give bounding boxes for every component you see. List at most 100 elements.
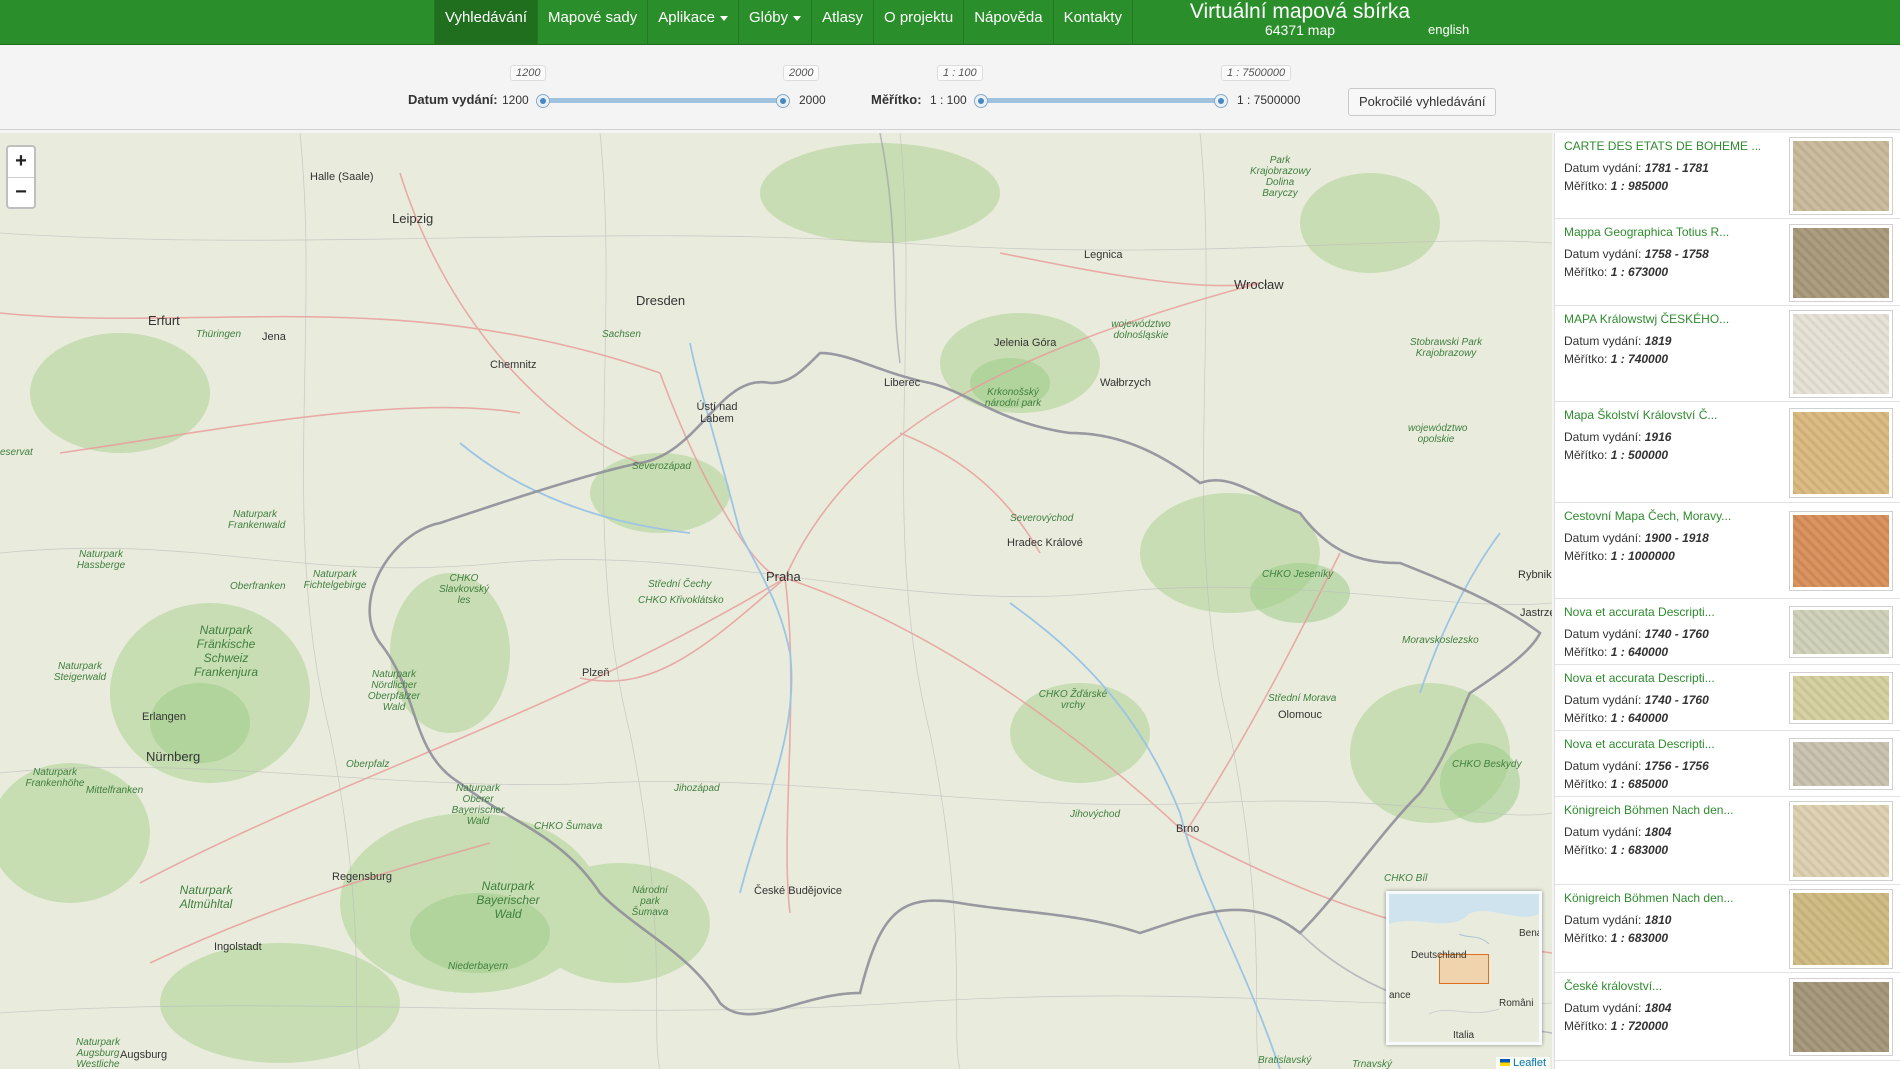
nav-item-map-sets[interactable]: Mapové sady <box>538 0 649 45</box>
map-label: Jihozápad <box>674 783 720 794</box>
result-thumbnail[interactable] <box>1789 137 1893 215</box>
top-navbar: Vyhledávání Mapové sady Aplikace Glóby A… <box>0 0 1900 45</box>
result-thumbnail[interactable] <box>1789 606 1893 658</box>
scale-range-slider[interactable] <box>981 98 1221 103</box>
map-label: CHKO Slavkovský les <box>438 573 489 606</box>
result-title-link[interactable]: Königreich Böhmen Nach den... <box>1564 891 1760 905</box>
map-count: 64371 map <box>1264 22 1336 38</box>
result-scale-value: 1 : 740000 <box>1610 352 1669 366</box>
result-thumbnail[interactable] <box>1789 511 1893 591</box>
result-title-link[interactable]: Nova et accurata Descripti... <box>1564 605 1760 619</box>
zoom-out-button[interactable]: − <box>8 177 34 207</box>
map-label: CHKO Beskydy <box>1452 759 1522 770</box>
map-label: Halle (Saale) <box>310 171 374 183</box>
date-range-high-handle[interactable] <box>776 94 790 108</box>
map-thumbnail-image <box>1793 515 1889 587</box>
map-label: Jihovýchod <box>1070 809 1121 820</box>
map-label: Erfurt <box>148 313 180 328</box>
result-date-label: Datum vydání: <box>1564 693 1642 707</box>
result-thumbnail[interactable] <box>1789 801 1893 881</box>
result-thumbnail[interactable] <box>1789 310 1893 398</box>
nav-item-atlases[interactable]: Atlasy <box>812 0 874 45</box>
result-thumbnail[interactable] <box>1789 978 1893 1056</box>
date-range-low-handle[interactable] <box>536 94 550 108</box>
result-item[interactable]: Cestovní Mapa Čech, Moravy... Datum vydán… <box>1555 503 1900 599</box>
map-label: województwo dolnośląskie <box>1111 319 1171 341</box>
map-label: Severovýchod <box>1010 513 1074 524</box>
nav-item-label: Nápověda <box>974 9 1043 26</box>
result-thumbnail[interactable] <box>1789 738 1893 790</box>
scale-range-low-handle[interactable] <box>974 94 988 108</box>
result-scale: Měřítko: 1 : 720000 <box>1564 1019 1668 1033</box>
nav-item-about[interactable]: O projektu <box>874 0 965 45</box>
result-title-link[interactable]: CARTE DES ETATS DE BOHEME ... <box>1564 139 1760 153</box>
result-title-link[interactable]: Mapa Školství Království Č... <box>1564 408 1760 422</box>
scale-range-high-handle[interactable] <box>1214 94 1228 108</box>
language-link[interactable]: english <box>1428 22 1469 37</box>
result-date-label: Datum vydání: <box>1564 913 1642 927</box>
result-title-link[interactable]: Nova et accurata Descripti... <box>1564 737 1760 751</box>
result-scale: Měřítko: 1 : 683000 <box>1564 843 1668 857</box>
nav-item-globes[interactable]: Glóby <box>739 0 813 45</box>
map-view[interactable]: + − Halle (Saale) Leipzig Dresden Erfurt… <box>0 133 1552 1069</box>
result-scale-value: 1 : 640000 <box>1610 711 1669 725</box>
advanced-search-button[interactable]: Pokročilé vyhledávání <box>1348 88 1497 116</box>
map-label: Sachsen <box>602 329 641 340</box>
map-label: Severozápad <box>632 461 691 472</box>
result-item[interactable]: Königreich Böhmen Nach den... Datum vydán… <box>1555 797 1900 885</box>
result-item[interactable]: Nova et accurata Descripti... Datum vydán… <box>1555 599 1900 665</box>
result-scale-value: 1 : 720000 <box>1610 1019 1669 1033</box>
leaflet-link[interactable]: Leaflet <box>1513 1057 1546 1069</box>
result-date: Datum vydání: 1740 - 1760 <box>1564 627 1709 641</box>
result-item[interactable]: Nova et accurata Descripti... Datum vydán… <box>1555 731 1900 797</box>
result-thumbnail[interactable] <box>1789 224 1893 302</box>
result-item[interactable]: Mappa Geographica Totius R... Datum vydán… <box>1555 219 1900 306</box>
result-thumbnail[interactable] <box>1789 889 1893 969</box>
result-title-link[interactable]: Nova et accurata Descripti... <box>1564 671 1760 685</box>
map-label: Praha <box>766 569 801 584</box>
result-thumbnail[interactable] <box>1789 408 1893 498</box>
result-item[interactable]: České království... Datum vydání: 1804 Měř… <box>1555 973 1900 1061</box>
map-label: CHKO Jeseníky <box>1262 569 1334 580</box>
result-scale-value: 1 : 1000000 <box>1610 549 1675 563</box>
result-scale-label: Měřítko: <box>1564 645 1608 659</box>
nav-item-contacts[interactable]: Kontakty <box>1054 0 1133 45</box>
result-item[interactable]: MAPA Králowstwj ČESKÉHO... Datum vydání: … <box>1555 306 1900 402</box>
result-item[interactable]: Königreich Böhmen Nach den... Datum vydán… <box>1555 885 1900 973</box>
nav-item-help[interactable]: Nápověda <box>964 0 1054 45</box>
result-date: Datum vydání: 1819 <box>1564 334 1671 348</box>
result-title-link[interactable]: České království... <box>1564 979 1760 993</box>
result-title-link[interactable]: Königreich Böhmen Nach den... <box>1564 803 1760 817</box>
result-scale: Měřítko: 1 : 673000 <box>1564 265 1668 279</box>
nav-item-label: Atlasy <box>822 9 863 26</box>
nav-item-search[interactable]: Vyhledávání <box>434 0 539 45</box>
result-date-label: Datum vydání: <box>1564 531 1642 545</box>
result-item[interactable]: Nova et accurata Descripti... Datum vydán… <box>1555 665 1900 731</box>
map-thumbnail-image <box>1793 893 1889 965</box>
result-thumbnail[interactable] <box>1789 672 1893 724</box>
result-title-link[interactable]: MAPA Králowstwj ČESKÉHO... <box>1564 312 1760 326</box>
minimap-label: Români <box>1499 998 1534 1009</box>
map-label: Wałbrzych <box>1100 377 1151 389</box>
map-label: Plzeň <box>582 667 610 679</box>
zoom-in-button[interactable]: + <box>8 147 34 177</box>
nav-item-applications[interactable]: Aplikace <box>648 0 739 45</box>
result-scale: Měřítko: 1 : 685000 <box>1564 777 1668 791</box>
result-scale-label: Měřítko: <box>1564 448 1608 462</box>
result-item[interactable]: Mapa Školství Království Č... Datum vydán… <box>1555 402 1900 503</box>
result-title-link[interactable]: Cestovní Mapa Čech, Moravy... <box>1564 509 1760 523</box>
result-title-link[interactable]: Mappa Geographica Totius R... <box>1564 225 1760 239</box>
overview-minimap[interactable]: Deutschland Bena ance Români Italia <box>1386 891 1542 1045</box>
map-label: Krkonošský národní park <box>984 387 1042 409</box>
result-date: Datum vydání: 1740 - 1760 <box>1564 693 1709 707</box>
date-range-slider[interactable] <box>543 98 783 103</box>
map-label: Naturpark Frankenhöhe <box>25 767 85 789</box>
result-item[interactable]: CARTE DES ETATS DE BOHEME ... Datum vydán… <box>1555 133 1900 219</box>
map-label: Nürnberg <box>146 749 201 764</box>
result-date-value: 1756 - 1756 <box>1644 759 1709 773</box>
result-scale-label: Měřítko: <box>1564 843 1608 857</box>
minimap-label: ance <box>1389 990 1411 1001</box>
scale-max-value: 1 : 7500000 <box>1237 93 1301 107</box>
main-nav: Vyhledávání Mapové sady Aplikace Glóby A… <box>434 0 1133 45</box>
result-scale-value: 1 : 685000 <box>1610 777 1669 791</box>
